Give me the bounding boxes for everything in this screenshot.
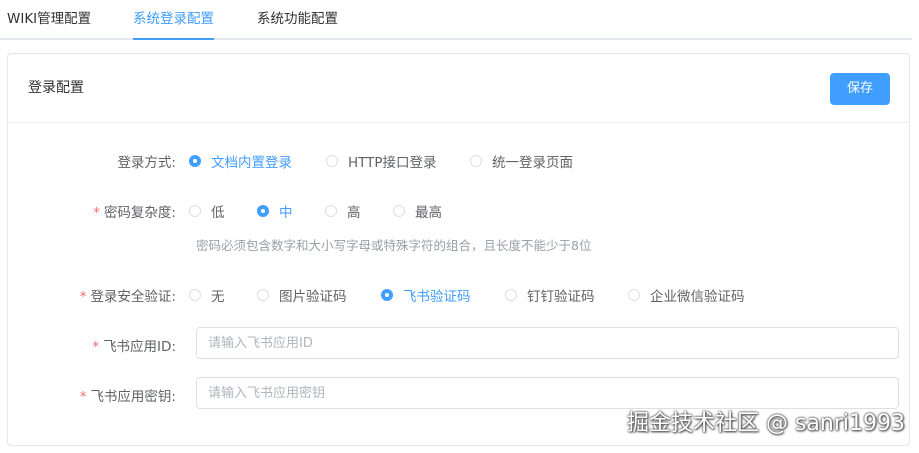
feishu-app-id-label-text: 飞书应用ID: [103,339,176,355]
radio-http-login[interactable]: HTTP接口登录 [326,151,437,171]
radio-dot-icon [326,155,338,167]
required-mark: * [79,389,87,405]
card-title: 登录配置 [28,80,84,96]
password-complexity-hint: 密码必须包含数字和大小写字母或特殊字符的组合，且长度不能少于8位 [196,238,592,253]
password-complexity-label: * 密码复杂度: [0,201,176,221]
radio-verify-image-captcha[interactable]: 图片验证码 [257,285,347,305]
feishu-app-secret-label: * 飞书应用密钥: [0,385,176,405]
login-config-card: 登录配置 保存 登录方式: 文档内置登录 HTTP接口登录 统一登录页面 * 密码… [7,53,910,446]
radio-verify-feishu[interactable]: 飞书验证码 [381,285,471,305]
radio-dot-icon [189,155,201,167]
radio-dot-icon [257,205,269,217]
feishu-app-id-input[interactable] [196,327,899,359]
required-mark: * [92,339,100,355]
config-tabs: WIKI管理配置 系统登录配置 系统功能配置 [0,0,912,40]
radio-unified-login[interactable]: 统一登录页面 [470,151,573,171]
watermark: 掘金技术社区 @ sanri1993 [626,411,905,436]
required-mark: * [93,205,100,221]
save-button[interactable]: 保存 [830,73,890,105]
radio-dot-icon [257,289,269,301]
radio-dot-icon [628,289,640,301]
radio-label: 无 [211,289,225,305]
radio-dot-icon [381,289,393,301]
radio-label: 高 [347,205,361,221]
login-method-label-text: 登录方式: [117,155,176,171]
radio-label: 统一登录页面 [492,155,573,171]
tab-wiki-config[interactable]: WIKI管理配置 [7,0,91,38]
radio-verify-none[interactable]: 无 [189,285,225,305]
card-header: 登录配置 保存 [8,54,909,123]
login-method-label: 登录方式: [0,151,176,171]
radio-label: 飞书验证码 [403,289,471,305]
radio-label: 中 [279,205,293,221]
radio-label: 文档内置登录 [211,155,292,171]
login-verification-label-text: 登录安全验证: [90,289,176,305]
radio-label: 钉钉验证码 [527,289,595,305]
login-verification-label: * 登录安全验证: [0,285,176,305]
radio-dot-icon [505,289,517,301]
radio-verify-wecom[interactable]: 企业微信验证码 [628,285,745,305]
radio-dot-icon [393,205,405,217]
radio-dot-icon [325,205,337,217]
radio-complexity-highest[interactable]: 最高 [393,201,442,221]
feishu-app-secret-label-text: 飞书应用密钥: [90,389,176,405]
radio-label: 企业微信验证码 [650,289,745,305]
radio-dot-icon [470,155,482,167]
password-complexity-label-text: 密码复杂度: [103,205,176,221]
radio-label: 图片验证码 [279,289,347,305]
radio-label: HTTP接口登录 [348,155,437,171]
radio-complexity-medium[interactable]: 中 [257,201,293,221]
radio-verify-dingtalk[interactable]: 钉钉验证码 [505,285,595,305]
radio-dot-icon [189,289,201,301]
radio-complexity-high[interactable]: 高 [325,201,361,221]
radio-label: 低 [211,205,225,221]
radio-label: 最高 [415,205,442,221]
radio-builtin-login[interactable]: 文档内置登录 [189,151,292,171]
feishu-app-id-label: * 飞书应用ID: [0,335,176,355]
radio-complexity-low[interactable]: 低 [189,201,225,221]
tab-function-config[interactable]: 系统功能配置 [257,0,338,38]
required-mark: * [79,289,87,305]
radio-dot-icon [189,205,201,217]
tab-login-config[interactable]: 系统登录配置 [133,0,214,40]
